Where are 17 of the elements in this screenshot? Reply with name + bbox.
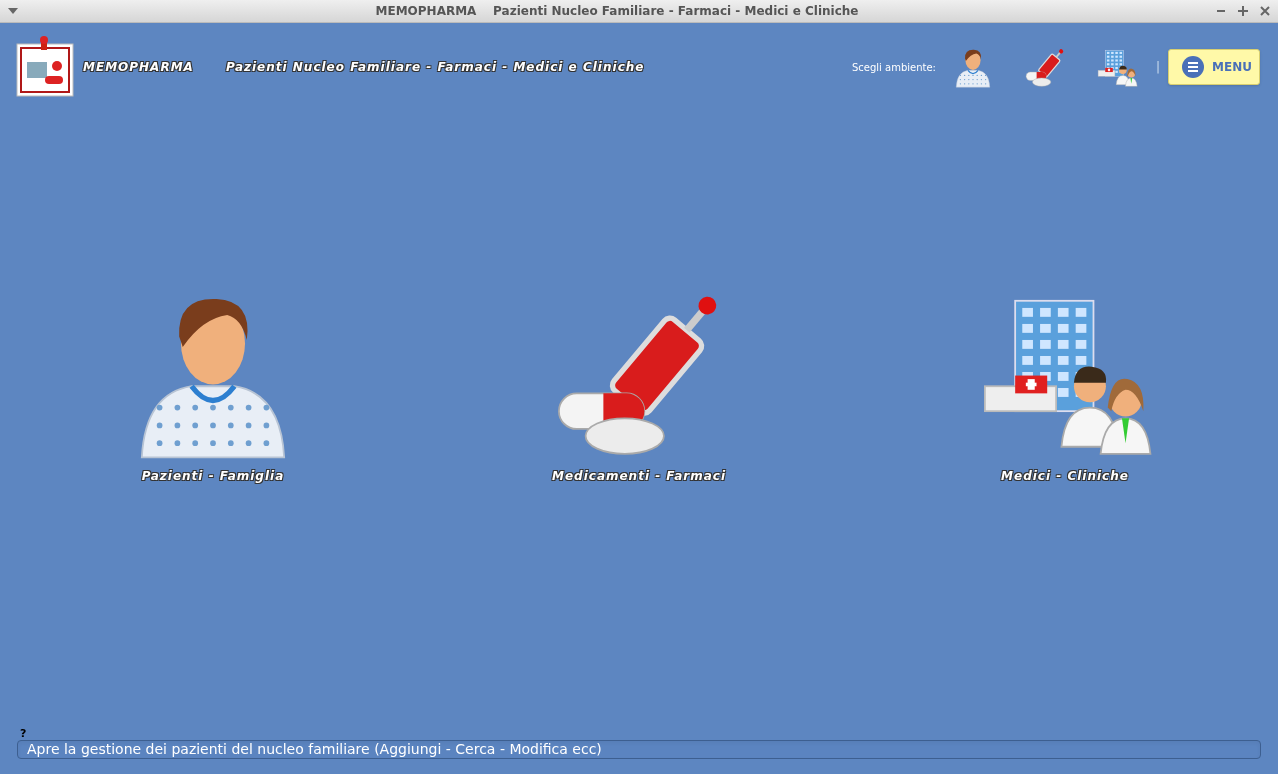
status-bar: Apre la gestione dei pazienti del nucleo familiare (Aggiungi - Cerca - Modifica ecc) — [17, 740, 1261, 759]
environment-label: Scegli ambiente: — [851, 60, 936, 75]
window-title: MEMOPHARMA Pazienti Nucleo Familiare - Farmaci - Medici e Cliniche — [374, 3, 860, 20]
app-logo — [15, 36, 75, 98]
menu-button[interactable]: MENU — [1168, 49, 1260, 85]
menu-icon — [1182, 56, 1204, 78]
app-name: MEMOPHARMA — [83, 59, 194, 76]
close-icon[interactable] — [1260, 6, 1270, 16]
maximize-icon[interactable] — [1238, 6, 1248, 16]
section-tile[interactable]: Medici - Cliniche — [852, 283, 1278, 485]
section-tile[interactable]: Medicamenti - Farmaci — [426, 283, 852, 485]
syringe-pills-icon — [1023, 46, 1066, 88]
separator: | — [1155, 59, 1160, 76]
help-mark: ? — [20, 727, 28, 740]
app-subtitle: Pazienti Nucleo Familiare - Farmaci - Medici e Cliniche — [225, 59, 645, 76]
section-tile[interactable]: Pazienti - Famiglia — [0, 283, 426, 485]
window-menu-icon[interactable] — [8, 8, 18, 14]
